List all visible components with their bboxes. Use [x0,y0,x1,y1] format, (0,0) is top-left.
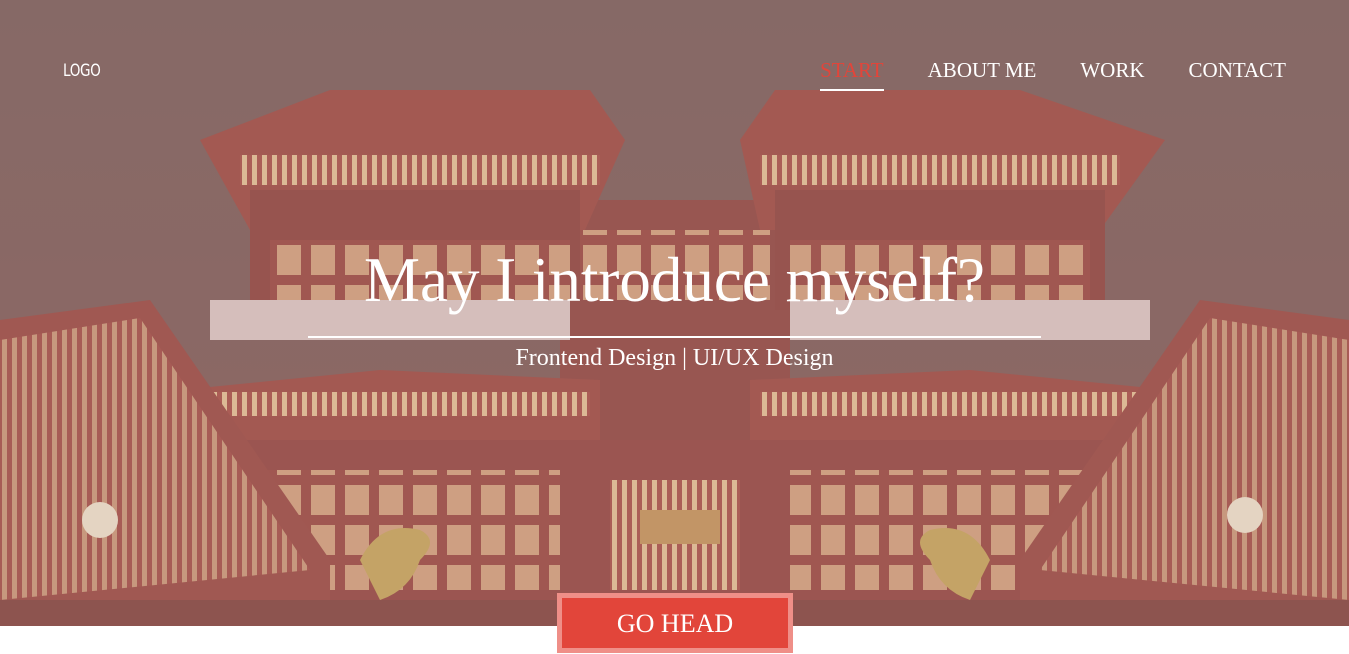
hero-section: LOGO START ABOUT ME WORK CONTACT May I i… [0,0,1349,626]
main-nav: START ABOUT ME WORK CONTACT [820,58,1286,91]
cta-button-frame: GO HEAD [557,593,793,653]
nav-item-start[interactable]: START [820,58,884,91]
go-head-button[interactable]: GO HEAD [562,598,788,648]
hero-title: May I introduce myself? [363,245,986,315]
hero-divider [308,336,1041,338]
hero-subtitle: Frontend Design | UI/UX Design [515,345,834,371]
nav-item-contact[interactable]: CONTACT [1189,58,1286,91]
nav-item-about-me[interactable]: ABOUT ME [928,58,1037,91]
nav-item-work[interactable]: WORK [1080,58,1144,91]
site-logo[interactable]: LOGO [63,61,101,81]
